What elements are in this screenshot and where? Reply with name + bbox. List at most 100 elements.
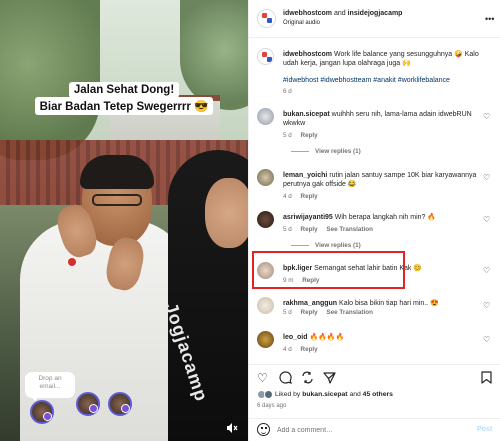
reply-button[interactable]: Reply — [301, 226, 318, 233]
commenter-avatar[interactable] — [257, 297, 274, 314]
liked-by-prefix: Liked by — [275, 391, 301, 398]
commenter-avatar[interactable] — [257, 108, 274, 125]
commenter-avatar[interactable] — [257, 211, 274, 228]
video-person-face — [205, 178, 248, 248]
comments-list[interactable]: idwebhostcom Work life balance yang sesu… — [249, 38, 500, 364]
heart-icon[interactable]: ♡ — [483, 112, 490, 121]
comment-time: 5 d — [283, 132, 292, 139]
caption-body: idwebhostcom Work life balance yang sesu… — [283, 50, 479, 68]
comment-body: leo_oid 🔥🔥🔥🔥 — [283, 333, 479, 342]
post-header: idwebhostcom and insidejogjacamp Origina… — [249, 0, 500, 38]
post-authors: idwebhostcom and insidejogjacamp — [283, 10, 402, 17]
comment-item: bukan.sicepat wuihhh seru nih, lama-lama… — [257, 108, 493, 158]
post-date: 6 days ago — [257, 403, 287, 409]
comment-meta: 4 d Reply — [283, 346, 325, 353]
comment-text: Wih berapa langkah nih min? 🔥 — [334, 214, 437, 221]
heart-icon[interactable]: ♡ — [483, 173, 490, 182]
comment-input[interactable] — [277, 424, 457, 436]
heart-icon[interactable]: ♡ — [483, 266, 490, 275]
liked-by-avatars — [257, 390, 277, 400]
reply-button[interactable]: Reply — [301, 309, 318, 316]
comment-meta: 5 d Reply See Translation — [283, 226, 380, 233]
post-actions: ♡ Liked by bukan.sicepat and 45 others 6… — [249, 364, 500, 414]
author-avatar[interactable] — [257, 9, 276, 28]
see-translation-button[interactable]: See Translation — [326, 226, 373, 233]
see-translation-button[interactable]: See Translation — [326, 309, 373, 316]
video-tree — [0, 0, 100, 160]
comment-body: rakhma_anggun Kalo bisa bikin tiap hari … — [283, 299, 479, 308]
author-username[interactable]: idwebhostcom — [283, 10, 332, 17]
video-caption-line: Jalan Sehat Dong! — [0, 82, 248, 98]
highlighted-comment-box — [252, 251, 405, 289]
tag-badge-icon — [89, 404, 98, 413]
tagged-user-avatar[interactable] — [108, 392, 132, 416]
emoji-icon[interactable] — [257, 423, 270, 436]
comment-username[interactable]: bukan.sicepat — [283, 111, 330, 118]
share-send-icon[interactable] — [323, 371, 336, 387]
bookmark-icon[interactable] — [481, 371, 492, 387]
heart-icon[interactable]: ♡ — [483, 215, 490, 224]
tagged-user-avatar[interactable] — [76, 392, 100, 416]
tag-badge-icon — [121, 404, 130, 413]
comment-time: 4 d — [283, 346, 292, 353]
comment-item: rakhma_anggun Kalo bisa bikin tiap hari … — [257, 297, 493, 325]
more-horizontal-icon[interactable]: ••• — [485, 14, 494, 24]
post-comment-button[interactable]: Post — [477, 426, 492, 433]
video-caption-line: Biar Badan Tetep Swegerrrr 😎 — [0, 97, 248, 115]
drop-email-line: email... — [39, 383, 61, 390]
comment-time: 5 d — [283, 226, 292, 233]
comment-text: 🔥🔥🔥🔥 — [309, 334, 345, 341]
like-heart-icon[interactable]: ♡ — [257, 371, 268, 385]
reply-button[interactable]: Reply — [301, 193, 318, 200]
drop-email-line: Drop an — [38, 375, 62, 382]
caption-username[interactable]: idwebhostcom — [283, 51, 332, 58]
audio-label[interactable]: Original audio — [283, 20, 320, 26]
comment-body: leman_yoichi rutin jalan santuy sampe 10… — [283, 171, 479, 189]
comment-text: Kalo bisa bikin tiap hari min.. 😍 — [339, 300, 439, 307]
collaborator-username[interactable]: insidejogjacamp — [348, 10, 403, 17]
comment-item: leo_oid 🔥🔥🔥🔥 4 d Reply ♡ — [257, 331, 493, 359]
commenter-avatar[interactable] — [257, 331, 274, 348]
view-replies-button[interactable]: View replies (1) — [291, 148, 361, 155]
liked-by-and: and — [349, 391, 361, 398]
caption-time: 6 d — [283, 88, 292, 95]
speaker-muted-icon[interactable] — [226, 422, 240, 436]
reel-video[interactable]: Jogjacamp Jalan Sehat Dong! Biar Badan T… — [0, 0, 248, 441]
reply-button[interactable]: Reply — [301, 346, 318, 353]
video-caption-text: Jalan Sehat Dong! — [68, 82, 180, 98]
caption-hashtags[interactable]: #idwebhost #idwebhostteam #anakit #workl… — [283, 76, 479, 85]
comment-username[interactable]: asriwijayanti95 — [283, 214, 333, 221]
comment-bubble-icon[interactable] — [279, 371, 292, 387]
video-person-glasses — [92, 194, 142, 206]
repost-icon[interactable] — [301, 371, 314, 387]
comment-meta: 5 d Reply — [283, 132, 325, 139]
comment-meta: 5 d Reply See Translation — [283, 309, 380, 316]
post-sidebar: idwebhostcom and insidejogjacamp Origina… — [248, 0, 500, 441]
comment-time: 5 d — [283, 309, 292, 316]
comment-body: bukan.sicepat wuihhh seru nih, lama-lama… — [283, 110, 479, 128]
video-person-hair — [80, 155, 154, 189]
shirt-logo — [68, 258, 76, 266]
tag-badge-icon — [43, 412, 52, 421]
heart-icon[interactable]: ♡ — [483, 335, 490, 344]
post-caption: idwebhostcom Work life balance yang sesu… — [257, 48, 493, 104]
comment-username[interactable]: rakhma_anggun — [283, 300, 337, 307]
heart-icon[interactable]: ♡ — [483, 301, 490, 310]
comment-meta: 4 d Reply — [283, 193, 325, 200]
comment-username[interactable]: leman_yoichi — [283, 172, 327, 179]
comment-body: asriwijayanti95 Wih berapa langkah nih m… — [283, 213, 479, 222]
liked-by-others[interactable]: 45 others — [363, 391, 393, 398]
comment-item: leman_yoichi rutin jalan santuy sampe 10… — [257, 169, 493, 201]
reply-button[interactable]: Reply — [301, 132, 318, 139]
view-replies-button[interactable]: View replies (1) — [291, 242, 361, 249]
comment-username[interactable]: leo_oid — [283, 334, 308, 341]
video-caption-text: Biar Badan Tetep Swegerrrr 😎 — [34, 97, 214, 115]
comment-composer: Post — [249, 418, 500, 441]
tagged-user-avatar[interactable] — [30, 400, 54, 424]
author-avatar[interactable] — [257, 48, 274, 65]
commenter-avatar[interactable] — [257, 169, 274, 186]
comment-time: 4 d — [283, 193, 292, 200]
comment-item: asriwijayanti95 Wih berapa langkah nih m… — [257, 211, 493, 251]
liked-by-text[interactable]: Liked by bukan.sicepat and 45 others — [275, 391, 393, 398]
liked-by-user[interactable]: bukan.sicepat — [302, 391, 347, 398]
